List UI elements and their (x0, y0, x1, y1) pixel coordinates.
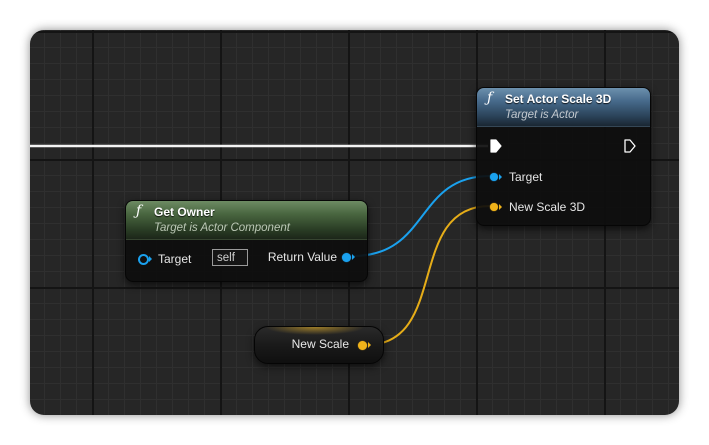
set-actor-scale-3d-node[interactable]: ƒ Set Actor Scale 3D Target is Actor Tar… (476, 87, 651, 226)
exec-in-pin-icon[interactable] (490, 139, 502, 153)
get-owner-node[interactable]: ƒ Get Owner Target is Actor Component Ta… (125, 200, 368, 282)
node-title: Get Owner (154, 205, 215, 219)
pin-arrow-icon (499, 174, 502, 180)
node-subtitle: Target is Actor Component (154, 222, 290, 234)
function-icon: ƒ (487, 90, 493, 106)
node-header[interactable]: ƒ Get Owner Target is Actor Component (126, 201, 367, 240)
variable-label: New Scale (291, 337, 349, 351)
new-scale-pin-icon[interactable] (358, 341, 367, 350)
pin-arrow-icon (499, 204, 502, 210)
return-value-pin-icon[interactable] (342, 253, 351, 262)
node-title: Set Actor Scale 3D (505, 92, 612, 106)
new-scale-3d-pin-label: New Scale 3D (509, 200, 586, 214)
new-scale-3d-pin-row[interactable]: New Scale 3D (490, 199, 630, 215)
return-value-pin-row[interactable]: Return Value (245, 249, 355, 265)
pin-arrow-icon (368, 342, 371, 348)
node-header[interactable]: ƒ Set Actor Scale 3D Target is Actor (477, 88, 650, 127)
new-scale-variable-node[interactable]: New Scale (254, 326, 384, 364)
function-icon: ƒ (136, 203, 142, 219)
target-pin-row[interactable]: Target (490, 169, 630, 185)
node-subtitle: Target is Actor (505, 109, 579, 121)
blueprint-graph-canvas[interactable]: ƒ Set Actor Scale 3D Target is Actor Tar… (30, 30, 679, 415)
target-pin-row[interactable]: Target self (138, 249, 258, 267)
target-pin-label: Target (509, 170, 543, 184)
vector-wire[interactable] (365, 205, 491, 346)
pin-arrow-icon (149, 256, 152, 262)
target-pin-label: Target (158, 252, 192, 266)
target-pin-icon[interactable] (138, 253, 149, 265)
pin-arrow-icon (352, 254, 355, 260)
target-pin-icon[interactable] (490, 173, 498, 181)
object-wire[interactable] (352, 175, 491, 257)
variable-glow (265, 327, 365, 335)
exec-out-pin-icon[interactable] (624, 139, 636, 153)
return-value-pin-label: Return Value (267, 250, 337, 264)
target-default-field[interactable]: self (212, 249, 248, 266)
new-scale-3d-pin-icon[interactable] (490, 203, 498, 211)
